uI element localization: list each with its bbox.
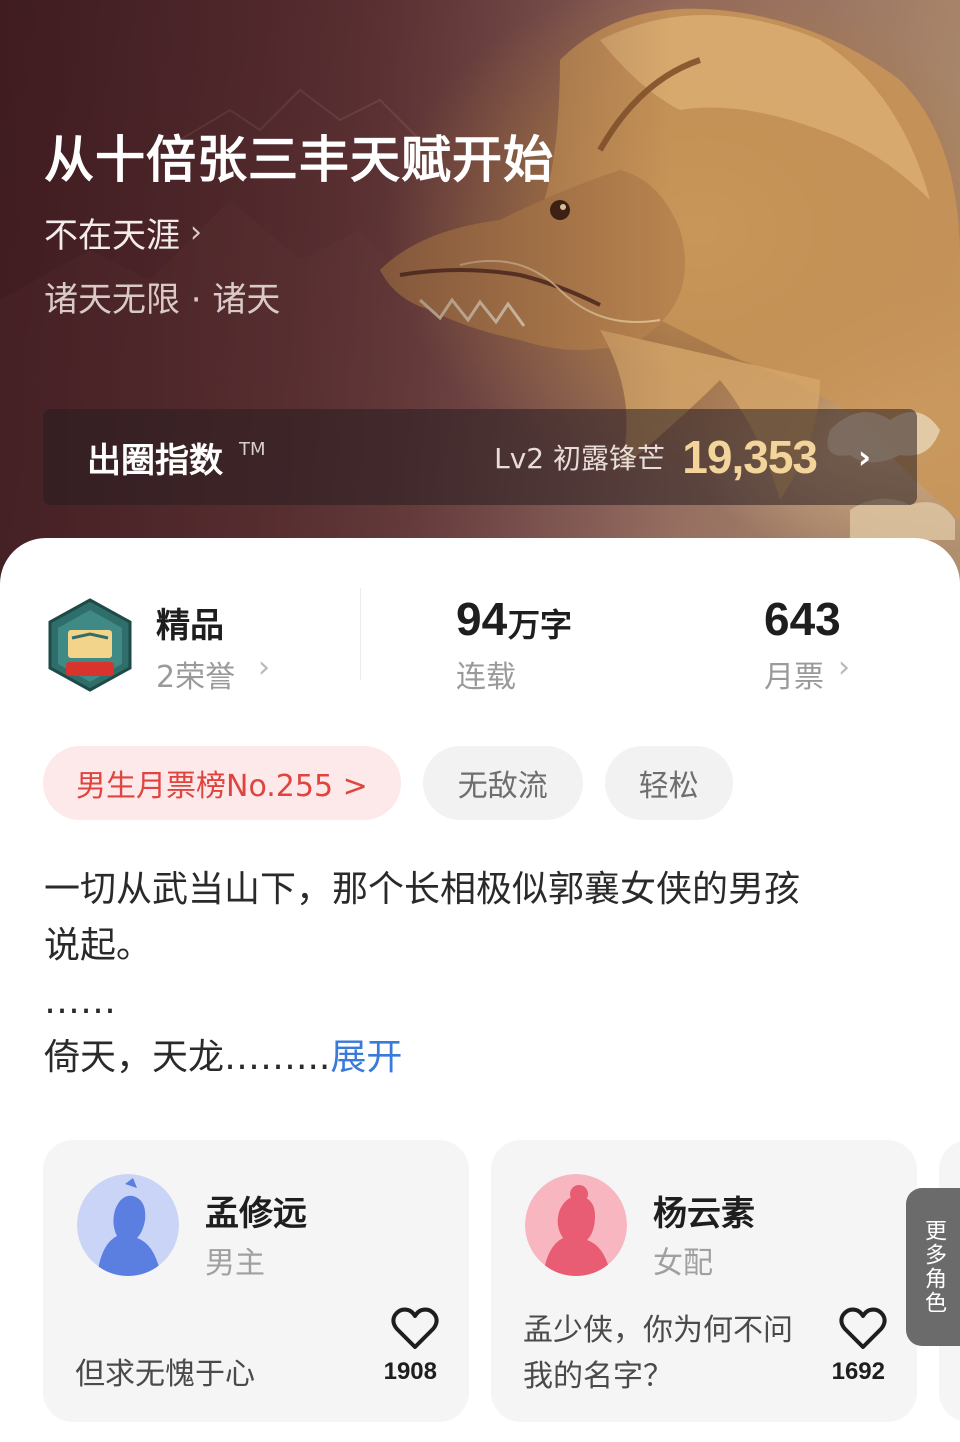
avatar <box>525 1174 627 1276</box>
synopsis: 一切从武当山下，那个长相极似郭襄女侠的男孩 说起。 …… 倚天，天龙……...展… <box>44 862 924 1086</box>
synopsis-line: 倚天，天龙……... <box>44 1037 331 1078</box>
character-quote: 孟少侠，你为何不问我的名字？ <box>523 1313 793 1394</box>
honor-title: 精品 <box>156 606 224 646</box>
heart-icon[interactable] <box>839 1306 887 1350</box>
synopsis-line: 一切从武当山下，那个长相极似郭襄女侠的男孩 <box>44 869 801 910</box>
chevron-right-icon: › <box>857 438 871 476</box>
book-cover-hero: 从十倍张三丰天赋开始 不在天涯 › 诸天无限 · 诸天 出圈指数 TM Lv2 … <box>0 0 960 600</box>
author-name: 不在天涯 <box>44 216 180 256</box>
character-role: 女配 <box>653 1246 713 1281</box>
synopsis-line: 说起。 <box>44 925 153 966</box>
index-level: Lv2 初露锋芒 <box>494 442 665 475</box>
genre-tag[interactable]: 无敌流 <box>422 746 583 820</box>
character-name: 孟修远 <box>205 1194 307 1234</box>
serial-status: 连载 <box>456 660 516 695</box>
synopsis-line: …… <box>44 981 116 1022</box>
stats-row: 精品 2荣誉 › 94 万字 连载 643 月票 › <box>0 588 960 698</box>
tag-list: 男生月票榜No.255 > 无敌流 轻松 <box>43 746 733 820</box>
honor-count[interactable]: 2荣誉 <box>156 652 235 696</box>
character-silhouette-icon <box>525 1174 627 1276</box>
heart-icon[interactable] <box>391 1306 439 1350</box>
character-silhouette-icon <box>77 1174 179 1276</box>
avatar <box>77 1174 179 1276</box>
chevron-right-icon: › <box>258 650 270 685</box>
trademark-mark: TM <box>239 439 266 460</box>
chevron-right-icon: › <box>838 650 850 685</box>
like-count: 1908 <box>383 1358 437 1385</box>
book-detail-card: 精品 2荣誉 › 94 万字 连载 643 月票 › 男生月票榜No.255 >… <box>0 538 960 1442</box>
divider <box>360 588 361 680</box>
more-roles-button[interactable]: 更多角色 <box>906 1188 960 1346</box>
rank-tag[interactable]: 男生月票榜No.255 > <box>43 746 401 820</box>
like-count: 1692 <box>831 1358 885 1385</box>
genre-tag[interactable]: 轻松 <box>604 746 733 820</box>
author-link[interactable]: 不在天涯 › <box>44 208 202 257</box>
character-name: 杨云素 <box>653 1194 755 1234</box>
expand-link[interactable]: 展开 <box>330 1037 402 1078</box>
index-value: 19,353 <box>682 431 818 483</box>
book-title: 从十倍张三丰天赋开始 <box>44 130 554 189</box>
quality-badge-icon[interactable] <box>44 598 136 692</box>
word-count-unit: 万字 <box>508 606 573 644</box>
character-card[interactable]: 杨云素 女配 孟少侠，你为何不问我的名字？ 1692 <box>491 1140 917 1422</box>
index-label: 出圈指数 <box>87 440 223 481</box>
character-card[interactable]: 孟修远 男主 但求无愧于心 1908 <box>43 1140 469 1422</box>
chevron-right-icon: › <box>190 215 202 250</box>
monthly-votes-count: 643 <box>764 593 841 645</box>
synopsis-last-line: 倚天，天龙……...展开 <box>44 1030 924 1086</box>
monthly-votes-link[interactable]: 月票 <box>764 652 824 696</box>
word-count: 94 <box>456 593 508 645</box>
book-category: 诸天无限 · 诸天 <box>44 280 281 320</box>
character-role: 男主 <box>205 1246 265 1281</box>
popularity-index-bar[interactable]: 出圈指数 TM Lv2 初露锋芒 19,353 › <box>43 409 917 505</box>
character-quote: 但求无愧于心 <box>75 1357 255 1392</box>
